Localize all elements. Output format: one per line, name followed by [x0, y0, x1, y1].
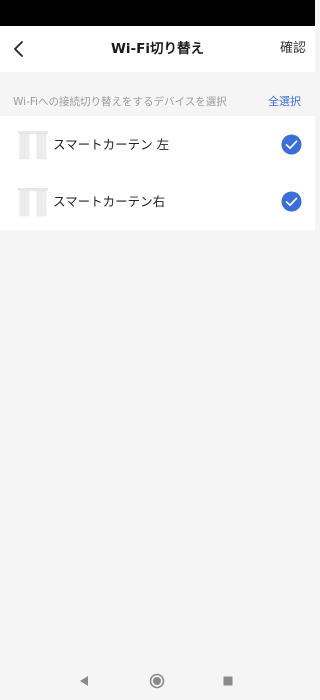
- back-button[interactable]: [6, 34, 32, 64]
- select-all-button[interactable]: 全選択: [268, 88, 301, 116]
- device-list: スマートカーテン 左 スマートカーテン右: [0, 116, 315, 230]
- device-item-curtain-right[interactable]: スマートカーテン右: [0, 173, 315, 230]
- checked-icon[interactable]: [281, 134, 302, 155]
- device-label: スマートカーテン右: [53, 194, 166, 209]
- home-circle-icon[interactable]: [147, 671, 167, 691]
- status-bar: [0, 0, 315, 26]
- page-title: Wi-Fi切り替え: [111, 41, 204, 57]
- confirm-button[interactable]: 確認: [280, 26, 306, 72]
- chevron-left-icon: [14, 41, 23, 57]
- back-triangle-icon[interactable]: [75, 671, 95, 691]
- system-nav-bar: [0, 662, 315, 700]
- curtain-icon: [18, 188, 48, 217]
- checked-icon[interactable]: [281, 191, 302, 212]
- section-header: Wi-Fiへの接続切り替えをするデバイスを選択 全選択: [0, 88, 315, 116]
- select-device-hint: Wi-Fiへの接続切り替えをするデバイスを選択: [13, 96, 227, 108]
- curtain-icon: [18, 131, 48, 160]
- app-header: Wi-Fi切り替え 確認: [0, 26, 315, 72]
- device-label: スマートカーテン 左: [53, 137, 170, 152]
- recents-square-icon[interactable]: [218, 671, 238, 691]
- device-item-curtain-left[interactable]: スマートカーテン 左: [0, 116, 315, 173]
